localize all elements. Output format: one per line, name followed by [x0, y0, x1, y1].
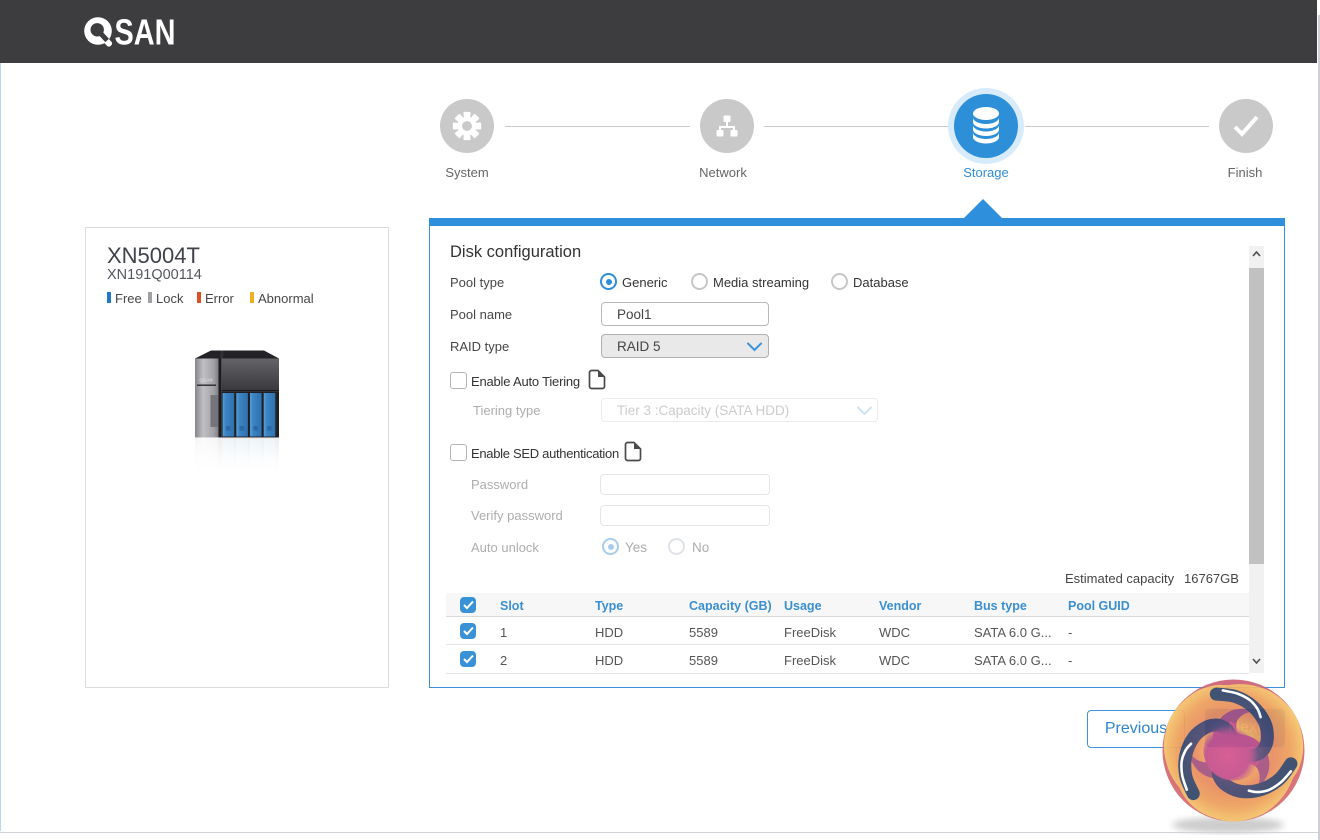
svg-text:QSAN: QSAN — [200, 378, 213, 383]
svg-text:SAN: SAN — [115, 16, 176, 50]
